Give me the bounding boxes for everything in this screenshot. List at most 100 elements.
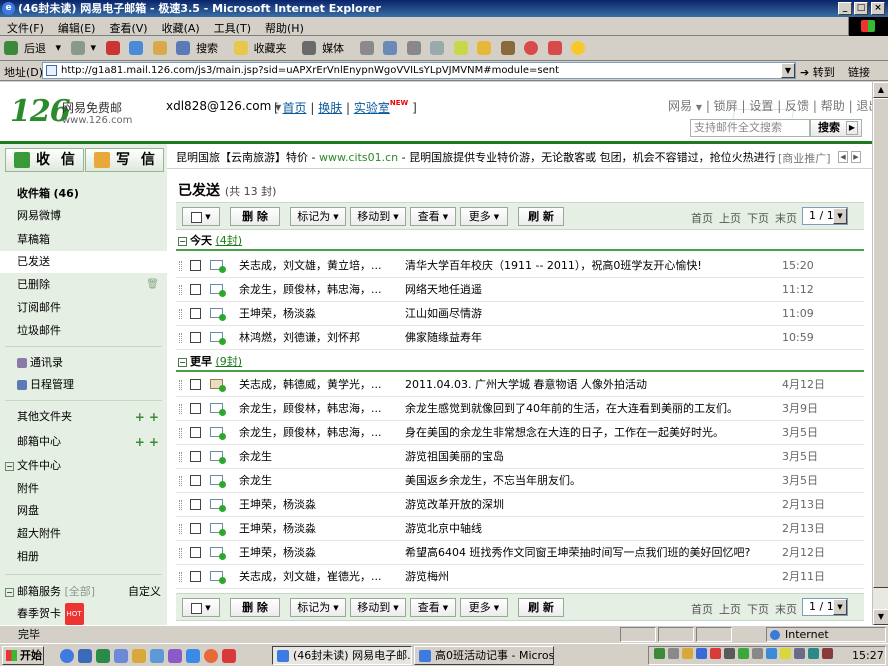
sidebar-item-contacts[interactable]: 通讯录	[0, 352, 167, 374]
row-checkbox[interactable]	[190, 308, 201, 319]
row-checkbox[interactable]	[190, 427, 201, 438]
sidebar-item-spam[interactable]: 垃圾邮件	[0, 320, 167, 342]
table-row[interactable]: 余龙生，顾俊林，韩忠海，... 网络天地任逍遥 11:12	[176, 278, 864, 302]
recipients[interactable]: 关志成，刘文雄，黄立培，...	[239, 254, 389, 277]
subject[interactable]: 清华大学百年校庆（1911 -- 2011），祝高0班学友开心愉快!	[405, 254, 785, 277]
messenger-icon[interactable]	[453, 41, 468, 55]
tray-icon[interactable]	[738, 648, 749, 659]
mail-icon[interactable]	[383, 41, 398, 55]
lock-link[interactable]: 锁屏	[714, 99, 738, 113]
group-count-link[interactable]: (9封)	[216, 355, 243, 368]
sidebar-item-services[interactable]: − 邮箱服务 [全部] 自定义	[0, 581, 167, 603]
drag-handle[interactable]	[179, 548, 182, 558]
select-all-checkbox[interactable]	[191, 602, 203, 614]
subject[interactable]: 江山如画尽情游	[405, 302, 785, 325]
app-quicklaunch-icon[interactable]	[150, 649, 164, 663]
table-row[interactable]: 关志成，刘文雄，黄立培，... 清华大学百年校庆（1911 -- 2011），祝高…	[176, 254, 864, 278]
tray-icon[interactable]	[766, 648, 777, 659]
tray-icon[interactable]	[780, 648, 791, 659]
recipients[interactable]: 余龙生，顾俊林，韩忠海，...	[239, 421, 389, 444]
drag-handle[interactable]	[179, 333, 182, 343]
address-dropdown-button[interactable]: ▼	[781, 63, 795, 78]
prev-page-link[interactable]: 上页	[719, 601, 741, 617]
lab-link[interactable]: 实验室	[354, 101, 390, 115]
forward-button[interactable]: ▾	[70, 41, 96, 55]
subject[interactable]: 网络天地任逍遥	[405, 278, 785, 301]
last-page-link[interactable]: 末页	[775, 601, 797, 617]
row-checkbox[interactable]	[190, 499, 201, 510]
tray-icon[interactable]	[808, 648, 819, 659]
group-header[interactable]: − 更早 (9封)	[176, 352, 864, 372]
tray-icon[interactable]	[696, 648, 707, 659]
recipients[interactable]: 王坤荣，杨淡淼	[239, 541, 389, 564]
sidebar-item-large-attachments[interactable]: 超大附件	[0, 523, 167, 545]
subject[interactable]: 游览祖国美丽的宝岛	[405, 445, 785, 468]
recipients[interactable]: 余龙生，顾俊林，韩忠海，...	[239, 278, 389, 301]
recipients[interactable]: 关志成，韩德威，黄学光，...	[239, 373, 389, 396]
scroll-thumb[interactable]	[873, 98, 888, 588]
subject[interactable]: 2011.04.03. 广州大学城 春意物语 人像外拍活动	[405, 373, 785, 396]
minimize-button[interactable]: _	[838, 2, 852, 15]
delete-button[interactable]: 删 除	[230, 598, 280, 617]
drag-handle[interactable]	[179, 524, 182, 534]
favorites-button[interactable]: 收藏夹	[233, 40, 293, 56]
subject[interactable]: 身在美国的余龙生非常想念在大连的日子，工作在一起美好时光。	[405, 421, 785, 444]
close-button[interactable]: ×	[871, 2, 885, 15]
subject[interactable]: 希望高6404 班找秀作文同窗王坤荣抽时间写一点我们班的美好回忆吧?	[405, 541, 785, 564]
table-row[interactable]: 余龙生 游览祖国美丽的宝岛 3月5日	[176, 445, 864, 469]
sidebar-item-subscription[interactable]: 订阅邮件	[0, 297, 167, 319]
clock-icon[interactable]	[524, 41, 539, 55]
row-checkbox[interactable]	[190, 523, 201, 534]
sidebar-item-inbox[interactable]: 收件箱 (46)	[0, 183, 167, 205]
logo-126[interactable]: 126	[10, 94, 71, 129]
delete-button[interactable]: 删 除	[230, 207, 280, 226]
skin-link[interactable]: 换肤	[318, 101, 342, 115]
mark-as-dropdown[interactable]: 标记为 ▼	[290, 598, 346, 617]
sidebar-item-other-folders[interactable]: 其他文件夹 + +	[0, 406, 167, 428]
scroll-up-button[interactable]: ▲	[873, 82, 888, 98]
select-all-dropdown[interactable]: ▼	[182, 207, 220, 226]
tray-icon[interactable]	[682, 648, 693, 659]
first-page-link[interactable]: 首页	[691, 601, 713, 617]
excel-quicklaunch-icon[interactable]	[96, 649, 110, 663]
go-button[interactable]: ➔ 转到	[800, 64, 835, 80]
add-folder-icon[interactable]: + +	[135, 406, 159, 428]
feedback-link[interactable]: 反馈	[785, 99, 809, 113]
table-row[interactable]: 王坤荣，杨淡淼 希望高6404 班找秀作文同窗王坤荣抽时间写一点我们班的美好回忆吧…	[176, 541, 864, 565]
view-dropdown[interactable]: 查看 ▼	[410, 598, 456, 617]
subject[interactable]: 游览梅州	[405, 565, 785, 588]
volume-icon[interactable]	[752, 648, 763, 659]
recipients[interactable]: 王坤荣，杨淡淼	[239, 302, 389, 325]
tool-icon[interactable]	[500, 41, 515, 55]
drag-handle[interactable]	[179, 572, 182, 582]
row-checkbox[interactable]	[190, 475, 201, 486]
menu-help[interactable]: 帮助(H)	[258, 17, 311, 39]
prev-page-link[interactable]: 上页	[719, 210, 741, 226]
refresh-button[interactable]: 刷 新	[518, 598, 564, 617]
subject[interactable]: 余龙生感觉到就像回到了40年前的生活，在大连看到美丽的工友们。	[405, 397, 785, 420]
sidebar-item-sent[interactable]: 已发送	[0, 251, 167, 273]
row-checkbox[interactable]	[190, 547, 201, 558]
menu-tools[interactable]: 工具(T)	[207, 17, 258, 39]
recipients[interactable]: 王坤荣，杨淡淼	[239, 493, 389, 516]
scroll-down-button[interactable]: ▼	[873, 609, 888, 625]
print-icon[interactable]	[406, 41, 421, 55]
drag-handle[interactable]	[179, 476, 182, 486]
mark-as-dropdown[interactable]: 标记为 ▼	[290, 207, 346, 226]
group-count-link[interactable]: (4封)	[216, 234, 243, 247]
trash-icon[interactable]: 🗑	[146, 274, 159, 296]
sidebar-item-calendar[interactable]: 日程管理	[0, 374, 167, 396]
taskbar-task-mail[interactable]: (46封未读) 网易电子邮...	[272, 646, 412, 665]
refresh-icon[interactable]	[129, 41, 144, 55]
table-row[interactable]: 关志成，韩德威，黄学光，... 2011.04.03. 广州大学城 春意物语 人像…	[176, 373, 864, 397]
edit-icon[interactable]	[430, 41, 445, 55]
qq-icon[interactable]	[477, 41, 492, 55]
select-all-dropdown[interactable]: ▼	[182, 598, 220, 617]
drag-handle[interactable]	[179, 285, 182, 295]
sidebar-item-attachments[interactable]: 附件	[0, 478, 167, 500]
word-quicklaunch-icon[interactable]	[78, 649, 92, 663]
tray-icon[interactable]	[794, 648, 805, 659]
subject[interactable]: 佛家随缘益寿年	[405, 326, 785, 349]
window-title-bar[interactable]: e (46封未读) 网易电子邮箱 - 极速3.5 - Microsoft Int…	[0, 0, 888, 17]
history-icon[interactable]	[359, 41, 374, 55]
